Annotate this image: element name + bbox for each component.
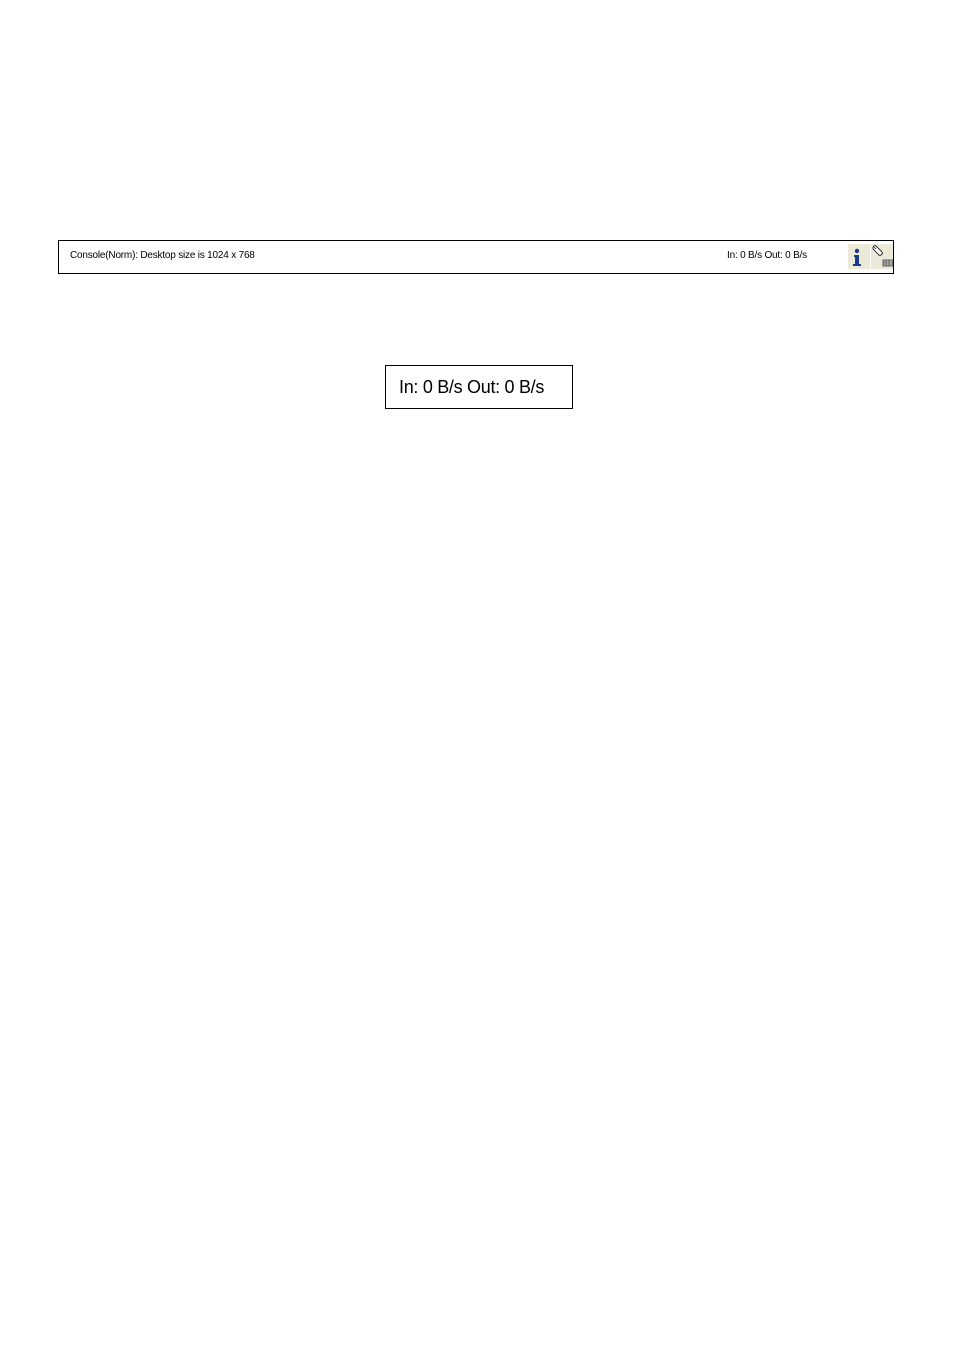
mouse-keyboard-icon[interactable] (871, 244, 893, 269)
status-message: Console(Norm): Desktop size is 1024 x 76… (70, 250, 255, 261)
status-throughput: In: 0 B/s Out: 0 B/s (727, 250, 807, 261)
info-icon[interactable] (848, 244, 870, 269)
throughput-callout-text: In: 0 B/s Out: 0 B/s (399, 377, 545, 397)
throughput-callout: In: 0 B/s Out: 0 B/s (385, 365, 573, 409)
status-bar: Console(Norm): Desktop size is 1024 x 76… (58, 240, 894, 274)
